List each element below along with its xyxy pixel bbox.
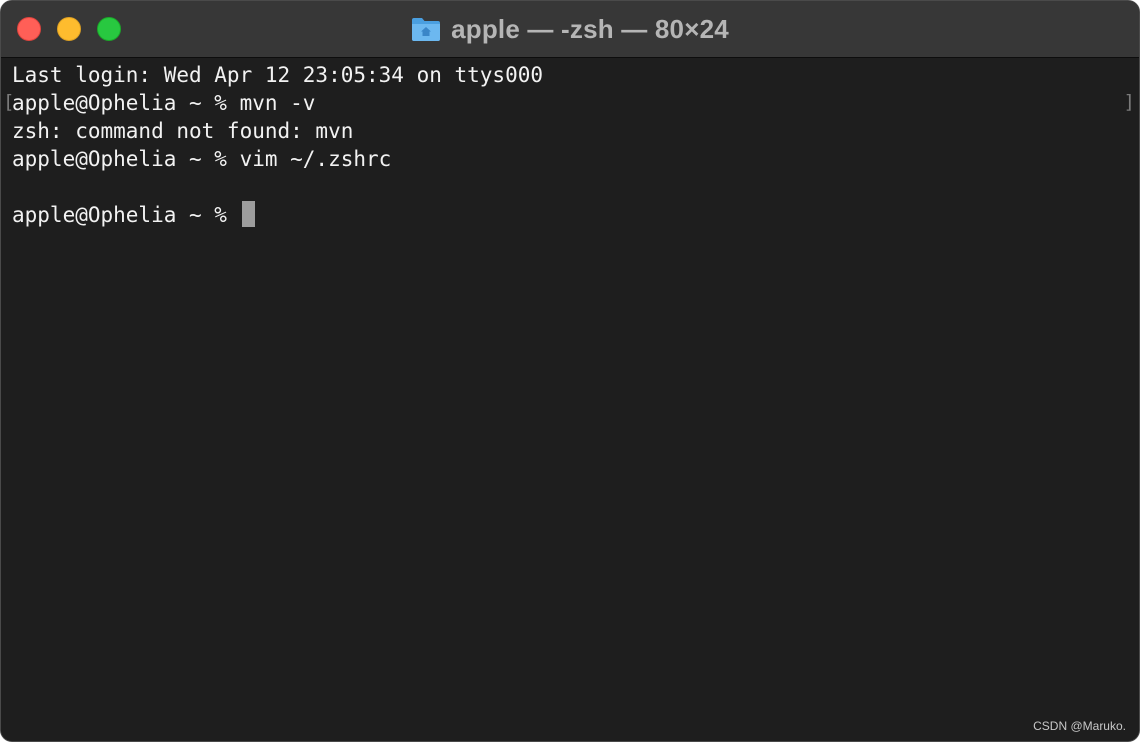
terminal-line-login: Last login: Wed Apr 12 23:05:34 on ttys0… bbox=[12, 63, 544, 87]
terminal-content[interactable]: [ ] Last login: Wed Apr 12 23:05:34 on t… bbox=[1, 58, 1139, 741]
terminal-prompt-line: apple@Ophelia ~ % bbox=[12, 201, 255, 229]
prompt-text: apple@Ophelia ~ % bbox=[12, 203, 240, 227]
text-cursor bbox=[241, 201, 255, 227]
terminal-window: apple — -zsh — 80×24 [ ] Last login: Wed… bbox=[0, 0, 1140, 742]
terminal-line-error: zsh: command not found: mvn bbox=[12, 119, 354, 143]
window-title: apple — -zsh — 80×24 bbox=[451, 13, 729, 44]
terminal-line-command: apple@Ophelia ~ % mvn -v bbox=[12, 91, 316, 115]
folder-icon bbox=[411, 16, 441, 42]
watermark: CSDN @Maruko. bbox=[1033, 719, 1126, 733]
line-mark-right: ] bbox=[1123, 91, 1135, 113]
window-title-group: apple — -zsh — 80×24 bbox=[1, 1, 1139, 57]
terminal-line-command: apple@Ophelia ~ % vim ~/.zshrc bbox=[12, 147, 392, 171]
title-bar[interactable]: apple — -zsh — 80×24 bbox=[1, 1, 1139, 58]
